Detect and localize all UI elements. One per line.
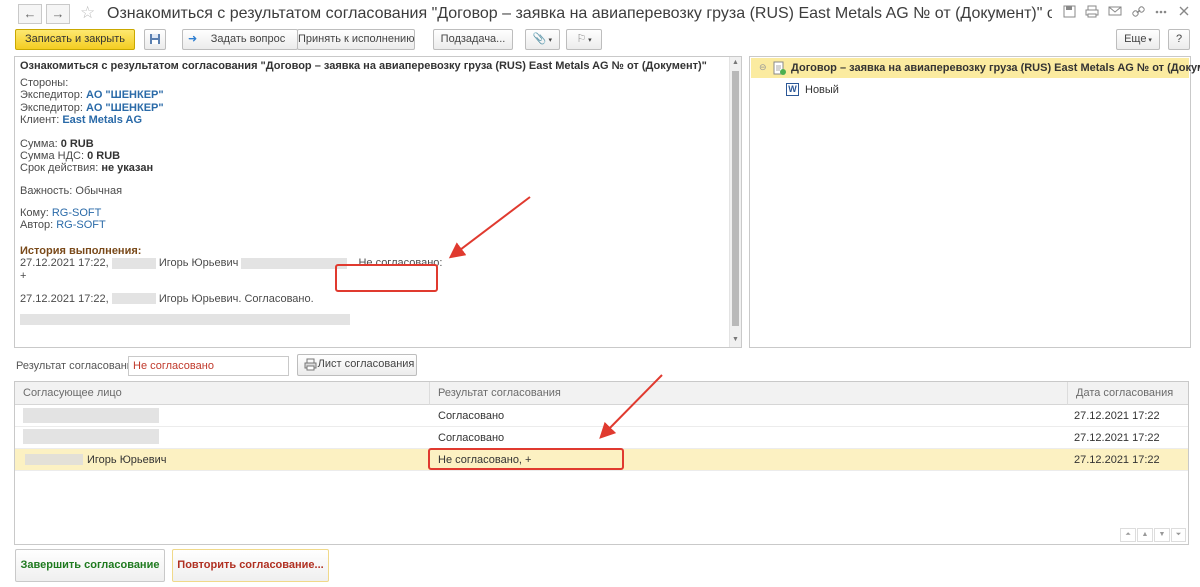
annotation-arrows bbox=[448, 196, 663, 439]
annotation-arrow bbox=[599, 374, 663, 439]
annotation-arrow bbox=[448, 196, 531, 259]
repeat-approval-button[interactable]: Повторить согласование... bbox=[172, 549, 329, 582]
finish-approval-button[interactable]: Завершить согласование bbox=[15, 549, 165, 582]
